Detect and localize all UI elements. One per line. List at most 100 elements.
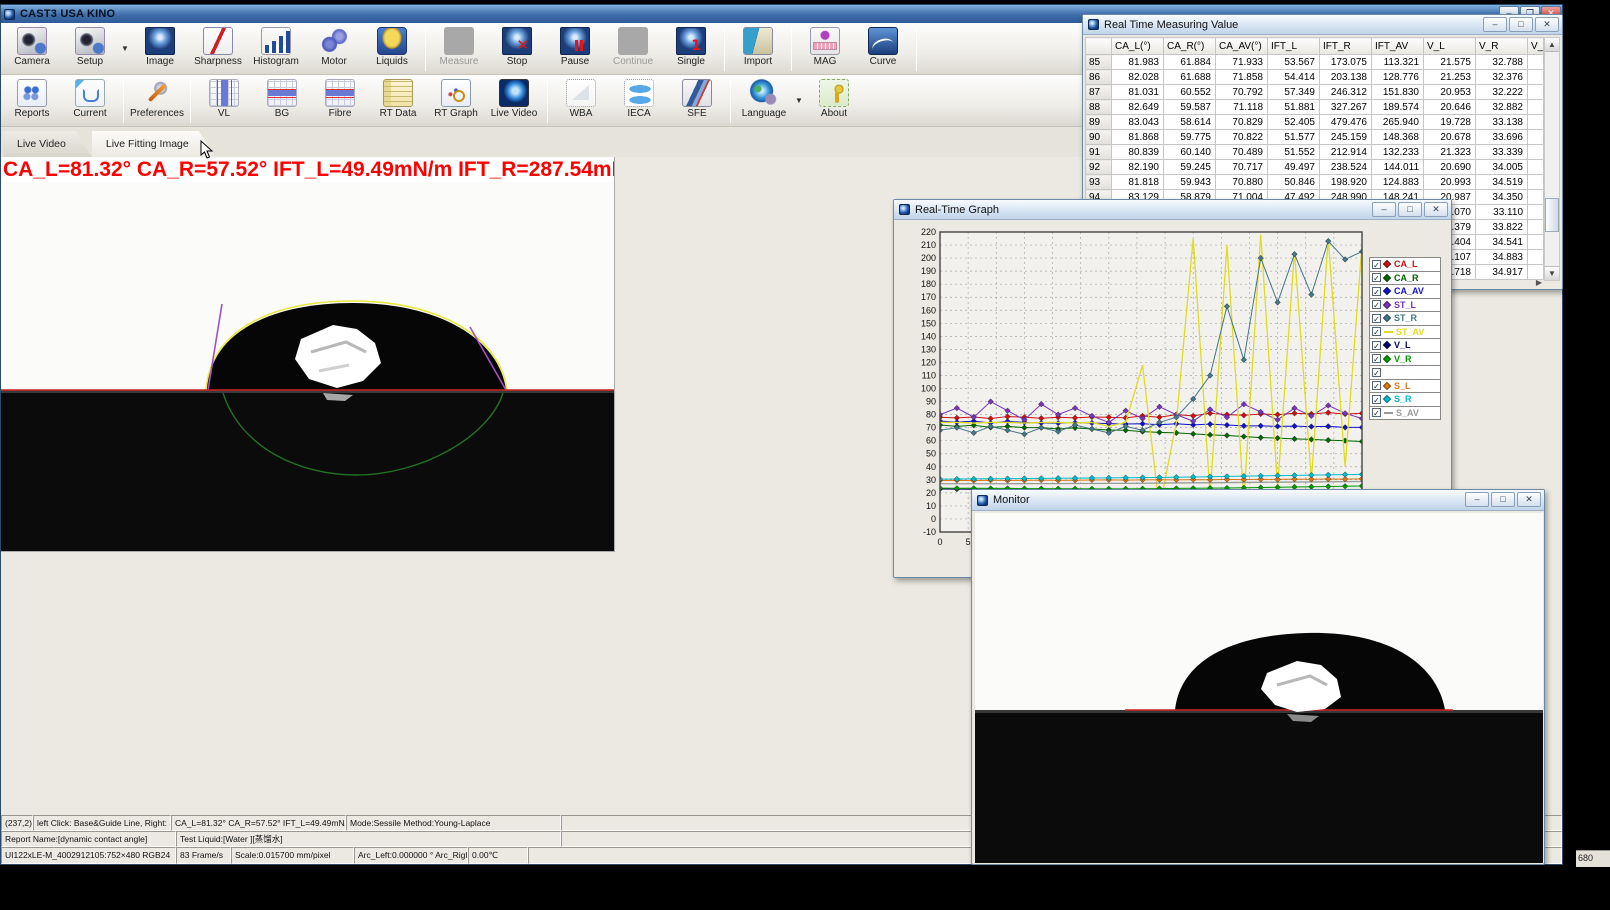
toolbar-button-stop[interactable]: Stop [488, 25, 546, 73]
measuring-window-titlebar[interactable]: Real Time Measuring Value – □ ✕ [1083, 15, 1562, 35]
toolbar-button-reports[interactable]: Reports [3, 77, 61, 125]
scroll-up-arrow[interactable]: ▲ [1545, 38, 1559, 52]
legend-checkbox[interactable]: ✓ [1372, 327, 1381, 336]
legend-item-st-av[interactable]: ✓ ST_AV [1369, 325, 1441, 340]
table-cell: 20.953 [1424, 85, 1476, 100]
legend-diamond-marker [1383, 314, 1391, 322]
close-button[interactable]: ✕ [1424, 202, 1448, 217]
legend-item-s-av[interactable]: ✓S_AV [1369, 406, 1441, 421]
scroll-down-arrow[interactable]: ▼ [1545, 266, 1559, 280]
minimize-button[interactable]: – [1483, 17, 1507, 32]
minimize-button[interactable]: – [1465, 492, 1489, 507]
legend-item-v-r[interactable]: ✓V_R [1369, 352, 1441, 367]
legend-item-ca-av[interactable]: ✓CA_AV [1369, 284, 1441, 299]
toolbar-button-wba[interactable]: WBA [552, 77, 610, 125]
table-cell: 21.253 [1424, 70, 1476, 85]
column-header[interactable]: IFT_AV [1372, 38, 1424, 55]
maximize-button[interactable]: □ [1398, 202, 1422, 217]
toolbar-button-sharpness[interactable]: Sharpness [189, 25, 247, 73]
legend-item-s-l[interactable]: ✓S_L [1369, 379, 1441, 394]
column-header[interactable]: CA_AV(°) [1216, 38, 1268, 55]
legend-item-s-r[interactable]: ✓S_R [1369, 392, 1441, 407]
legend-checkbox[interactable]: ✓ [1372, 354, 1381, 363]
toolbar-button-rt-graph[interactable]: RT Graph [427, 77, 485, 125]
table-cell: 59.245 [1164, 160, 1216, 175]
table-cell: 124.883 [1372, 175, 1424, 190]
svg-text:110: 110 [922, 370, 936, 380]
histogram-icon [261, 27, 291, 55]
toolbar-button-fibre[interactable]: Fibre [311, 77, 369, 125]
toolbar-button-vl[interactable]: VL [195, 77, 253, 125]
toolbar-button-pause[interactable]: Pause [546, 25, 604, 73]
vertical-scrollbar[interactable]: ▲ ▼ [1544, 37, 1560, 281]
toolbar-button-language[interactable]: Language [735, 77, 793, 125]
graph-window-titlebar[interactable]: Real-Time Graph – □ ✕ [894, 200, 1451, 220]
dropdown-arrow-icon[interactable]: ▼ [793, 77, 805, 125]
toolbar-button-bg[interactable]: BG [253, 77, 311, 125]
toolbar-button-preferences[interactable]: Preferences [128, 77, 186, 125]
legend-item-ca-l[interactable]: ✓CA_L [1369, 257, 1441, 272]
tab-live-video[interactable]: Live Video [3, 131, 92, 157]
toolbar-button-live-video[interactable]: Live Video [485, 77, 543, 125]
svg-text:30: 30 [926, 475, 936, 485]
legend-item-ca-r[interactable]: ✓CA_R [1369, 271, 1441, 286]
legend-checkbox[interactable]: ✓ [1372, 408, 1381, 417]
toolbar-button-curve[interactable]: Curve [854, 25, 912, 73]
toolbar-button-current[interactable]: Current [61, 77, 119, 125]
tab-live-fitting-image[interactable]: Live Fitting Image [92, 131, 215, 157]
legend-label: V_L [1394, 340, 1411, 350]
fitting-image-panel[interactable]: CA_L=81.32° CA_R=57.52° IFT_L=49.49mN/m … [1, 157, 615, 552]
toolbar-button-liquids[interactable]: Liquids [363, 25, 421, 73]
column-header[interactable]: CA_R(°) [1164, 38, 1216, 55]
legend-checkbox[interactable]: ✓ [1372, 314, 1381, 323]
minimize-button[interactable]: – [1372, 202, 1396, 217]
column-header[interactable]: IFT_L [1268, 38, 1320, 55]
column-header[interactable]: V_ [1528, 38, 1544, 55]
legend-item-v-l[interactable]: ✓ V_L [1369, 338, 1441, 353]
legend-checkbox[interactable]: ✓ [1372, 300, 1381, 309]
scroll-right-arrow[interactable]: ▶ [1536, 278, 1542, 287]
monitor-image [975, 513, 1543, 863]
scrollbar-thumb[interactable] [1545, 198, 1559, 232]
toolbar-button-mag[interactable]: MAG [796, 25, 854, 73]
toolbar-button-camera[interactable]: Camera [3, 25, 61, 73]
legend-item[interactable]: ✓ [1369, 365, 1441, 380]
close-button[interactable]: ✕ [1535, 17, 1559, 32]
toolbar-button-about[interactable]: About [805, 77, 863, 125]
column-header[interactable]: CA_L(°) [1112, 38, 1164, 55]
legend-checkbox[interactable]: ✓ [1372, 260, 1381, 269]
legend-checkbox[interactable]: ✓ [1372, 341, 1381, 350]
column-header[interactable]: IFT_R [1320, 38, 1372, 55]
toolbar-button-motor[interactable]: Motor [305, 25, 363, 73]
toolbar-button-histogram[interactable]: Histogram [247, 25, 305, 73]
toolbar-button-setup[interactable]: Setup [61, 25, 119, 73]
toolbar-button-import[interactable]: Import [729, 25, 787, 73]
table-cell [1528, 250, 1544, 265]
toolbar-button-ieca[interactable]: IECA [610, 77, 668, 125]
maximize-button[interactable]: □ [1491, 492, 1515, 507]
toolbar-button-image[interactable]: Image [131, 25, 189, 73]
legend-checkbox[interactable]: ✓ [1372, 273, 1381, 282]
column-header[interactable]: V_L [1424, 38, 1476, 55]
toolbar-button-rt-data[interactable]: RT Data [369, 77, 427, 125]
legend-item-st-r[interactable]: ✓ST_R [1369, 311, 1441, 326]
column-header[interactable] [1086, 38, 1112, 55]
close-button[interactable]: ✕ [1517, 492, 1541, 507]
toolbar-button-single[interactable]: Single [662, 25, 720, 73]
monitor-window-titlebar[interactable]: Monitor – □ ✕ [972, 490, 1544, 511]
column-header[interactable]: V_R [1476, 38, 1528, 55]
legend-checkbox[interactable]: ✓ [1372, 287, 1381, 296]
legend-checkbox[interactable]: ✓ [1372, 381, 1381, 390]
legend-label: ST_AV [1396, 327, 1424, 337]
fitting-image[interactable] [1, 157, 615, 552]
legend-checkbox[interactable]: ✓ [1372, 368, 1381, 377]
toolbar-button-sfe[interactable]: SFE [668, 77, 726, 125]
maximize-button[interactable]: □ [1509, 17, 1533, 32]
legend-item-st-l[interactable]: ✓ST_L [1369, 298, 1441, 313]
toolbar-separator [425, 27, 426, 71]
legend-diamond-marker [1383, 382, 1391, 390]
toolbar-separator [730, 79, 731, 123]
legend-checkbox[interactable]: ✓ [1372, 395, 1381, 404]
toolbar-button-label: Stop [507, 56, 528, 67]
dropdown-arrow-icon[interactable]: ▼ [119, 25, 131, 73]
